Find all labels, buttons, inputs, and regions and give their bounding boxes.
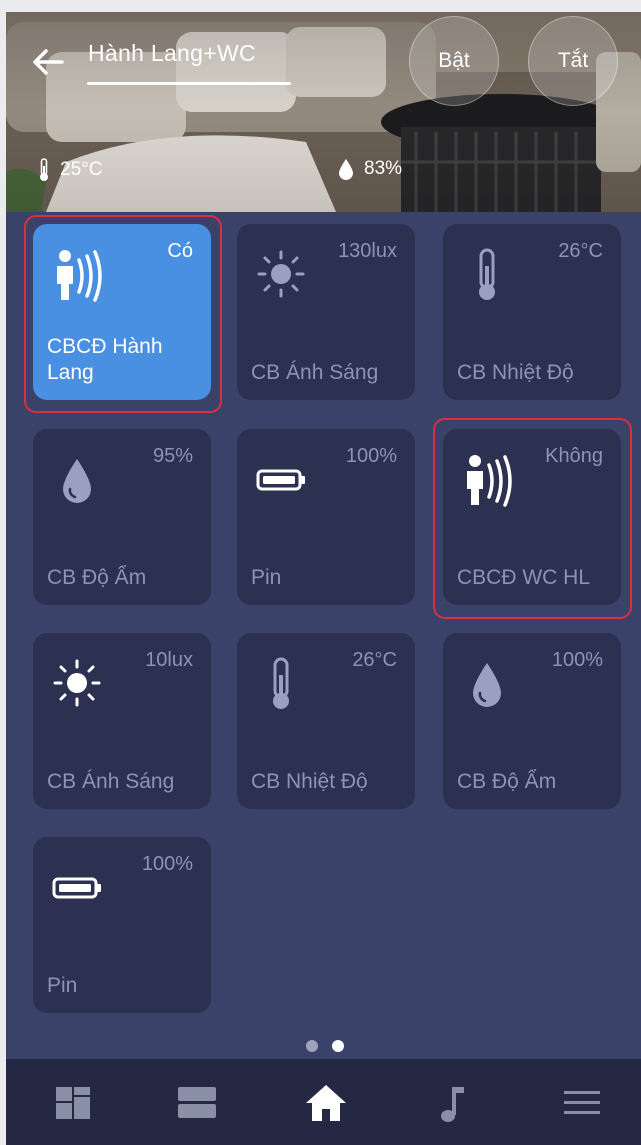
music-note-icon[interactable] [434,1081,478,1125]
tile-value: Có [167,240,193,262]
tile-label: CB Ánh Sáng [251,361,379,384]
room-header: Hành Lang+WC Bật Tắt 25°C 83% [6,12,641,212]
motion-sensor-icon [57,250,102,302]
tile-light-sensor-2[interactable]: 10lux CB Ánh Sáng [33,633,211,809]
room-title: Hành Lang+WC [88,40,256,66]
battery-icon [256,469,305,491]
tile-label: CB Độ Ẩm [457,770,557,793]
title-underline [87,82,291,85]
tile-motion-sensor-wc[interactable]: Không CBCĐ WC HL [443,429,621,605]
humidity-value: 83% [364,158,403,179]
tile-value: 100% [141,853,193,875]
tile-value: 26°C [558,240,603,262]
tile-label: Pin [47,974,78,997]
bottom-nav-bar [6,1059,641,1145]
tile-value: 10lux [145,649,193,671]
tile-label: CB Nhiệt Độ [251,770,368,793]
dashboard-icon[interactable] [52,1081,96,1125]
rooms-icon[interactable] [176,1081,220,1125]
room-temperature: 25°C [38,158,102,182]
tile-label: CB Ánh Sáng [47,770,175,793]
motion-sensor-icon [467,455,512,507]
tile-label: CBCĐ Hành Lang [47,335,163,384]
tile-battery-1[interactable]: 100% Pin [237,429,415,605]
page-dot-1[interactable] [306,1040,318,1052]
tile-value: Không [545,445,603,467]
tile-label: Pin [251,566,282,589]
page-indicator [306,1040,344,1052]
tile-value: 26°C [352,649,397,671]
app-screen: Hành Lang+WC Bật Tắt 25°C 83% Có CBCĐ Hà… [6,12,641,1145]
tile-motion-sensor-hallway[interactable]: Có CBCĐ Hành Lang [33,224,211,400]
turn-on-button[interactable]: Bật [409,16,499,106]
tile-temperature-sensor-1[interactable]: 26°C CB Nhiệt Độ [443,224,621,400]
room-humidity: 83% [338,158,402,180]
sun-icon [257,250,305,298]
thermometer-icon [273,657,289,709]
tile-light-sensor-1[interactable]: 130lux CB Ánh Sáng [237,224,415,400]
home-icon[interactable] [304,1081,348,1125]
battery-icon [52,877,101,899]
tile-value: 130lux [338,240,397,262]
thermometer-icon [40,158,48,181]
page-dot-2[interactable] [332,1040,344,1052]
water-drop-icon [339,159,353,180]
tile-humidity-sensor-2[interactable]: 100% CB Độ Ẩm [443,633,621,809]
tile-label: CB Nhiệt Độ [457,361,574,384]
tile-value: 100% [345,445,397,467]
tile-battery-2[interactable]: 100% Pin [33,837,211,1013]
tile-value: 95% [152,445,193,467]
water-drop-icon [63,459,91,503]
back-arrow-icon[interactable] [28,42,68,82]
water-drop-icon [473,663,501,707]
tile-temperature-sensor-2[interactable]: 26°C CB Nhiệt Độ [237,633,415,809]
sun-icon [53,659,101,707]
tile-value: 100% [551,649,603,671]
turn-off-button[interactable]: Tắt [528,16,618,106]
tile-humidity-sensor-1[interactable]: 95% CB Độ Ẩm [33,429,211,605]
thermometer-icon [479,248,495,300]
temperature-value: 25°C [60,159,103,180]
menu-icon[interactable] [560,1081,604,1125]
tile-label: CBCĐ WC HL [457,566,591,589]
tile-label: CB Độ Ẩm [47,566,147,589]
